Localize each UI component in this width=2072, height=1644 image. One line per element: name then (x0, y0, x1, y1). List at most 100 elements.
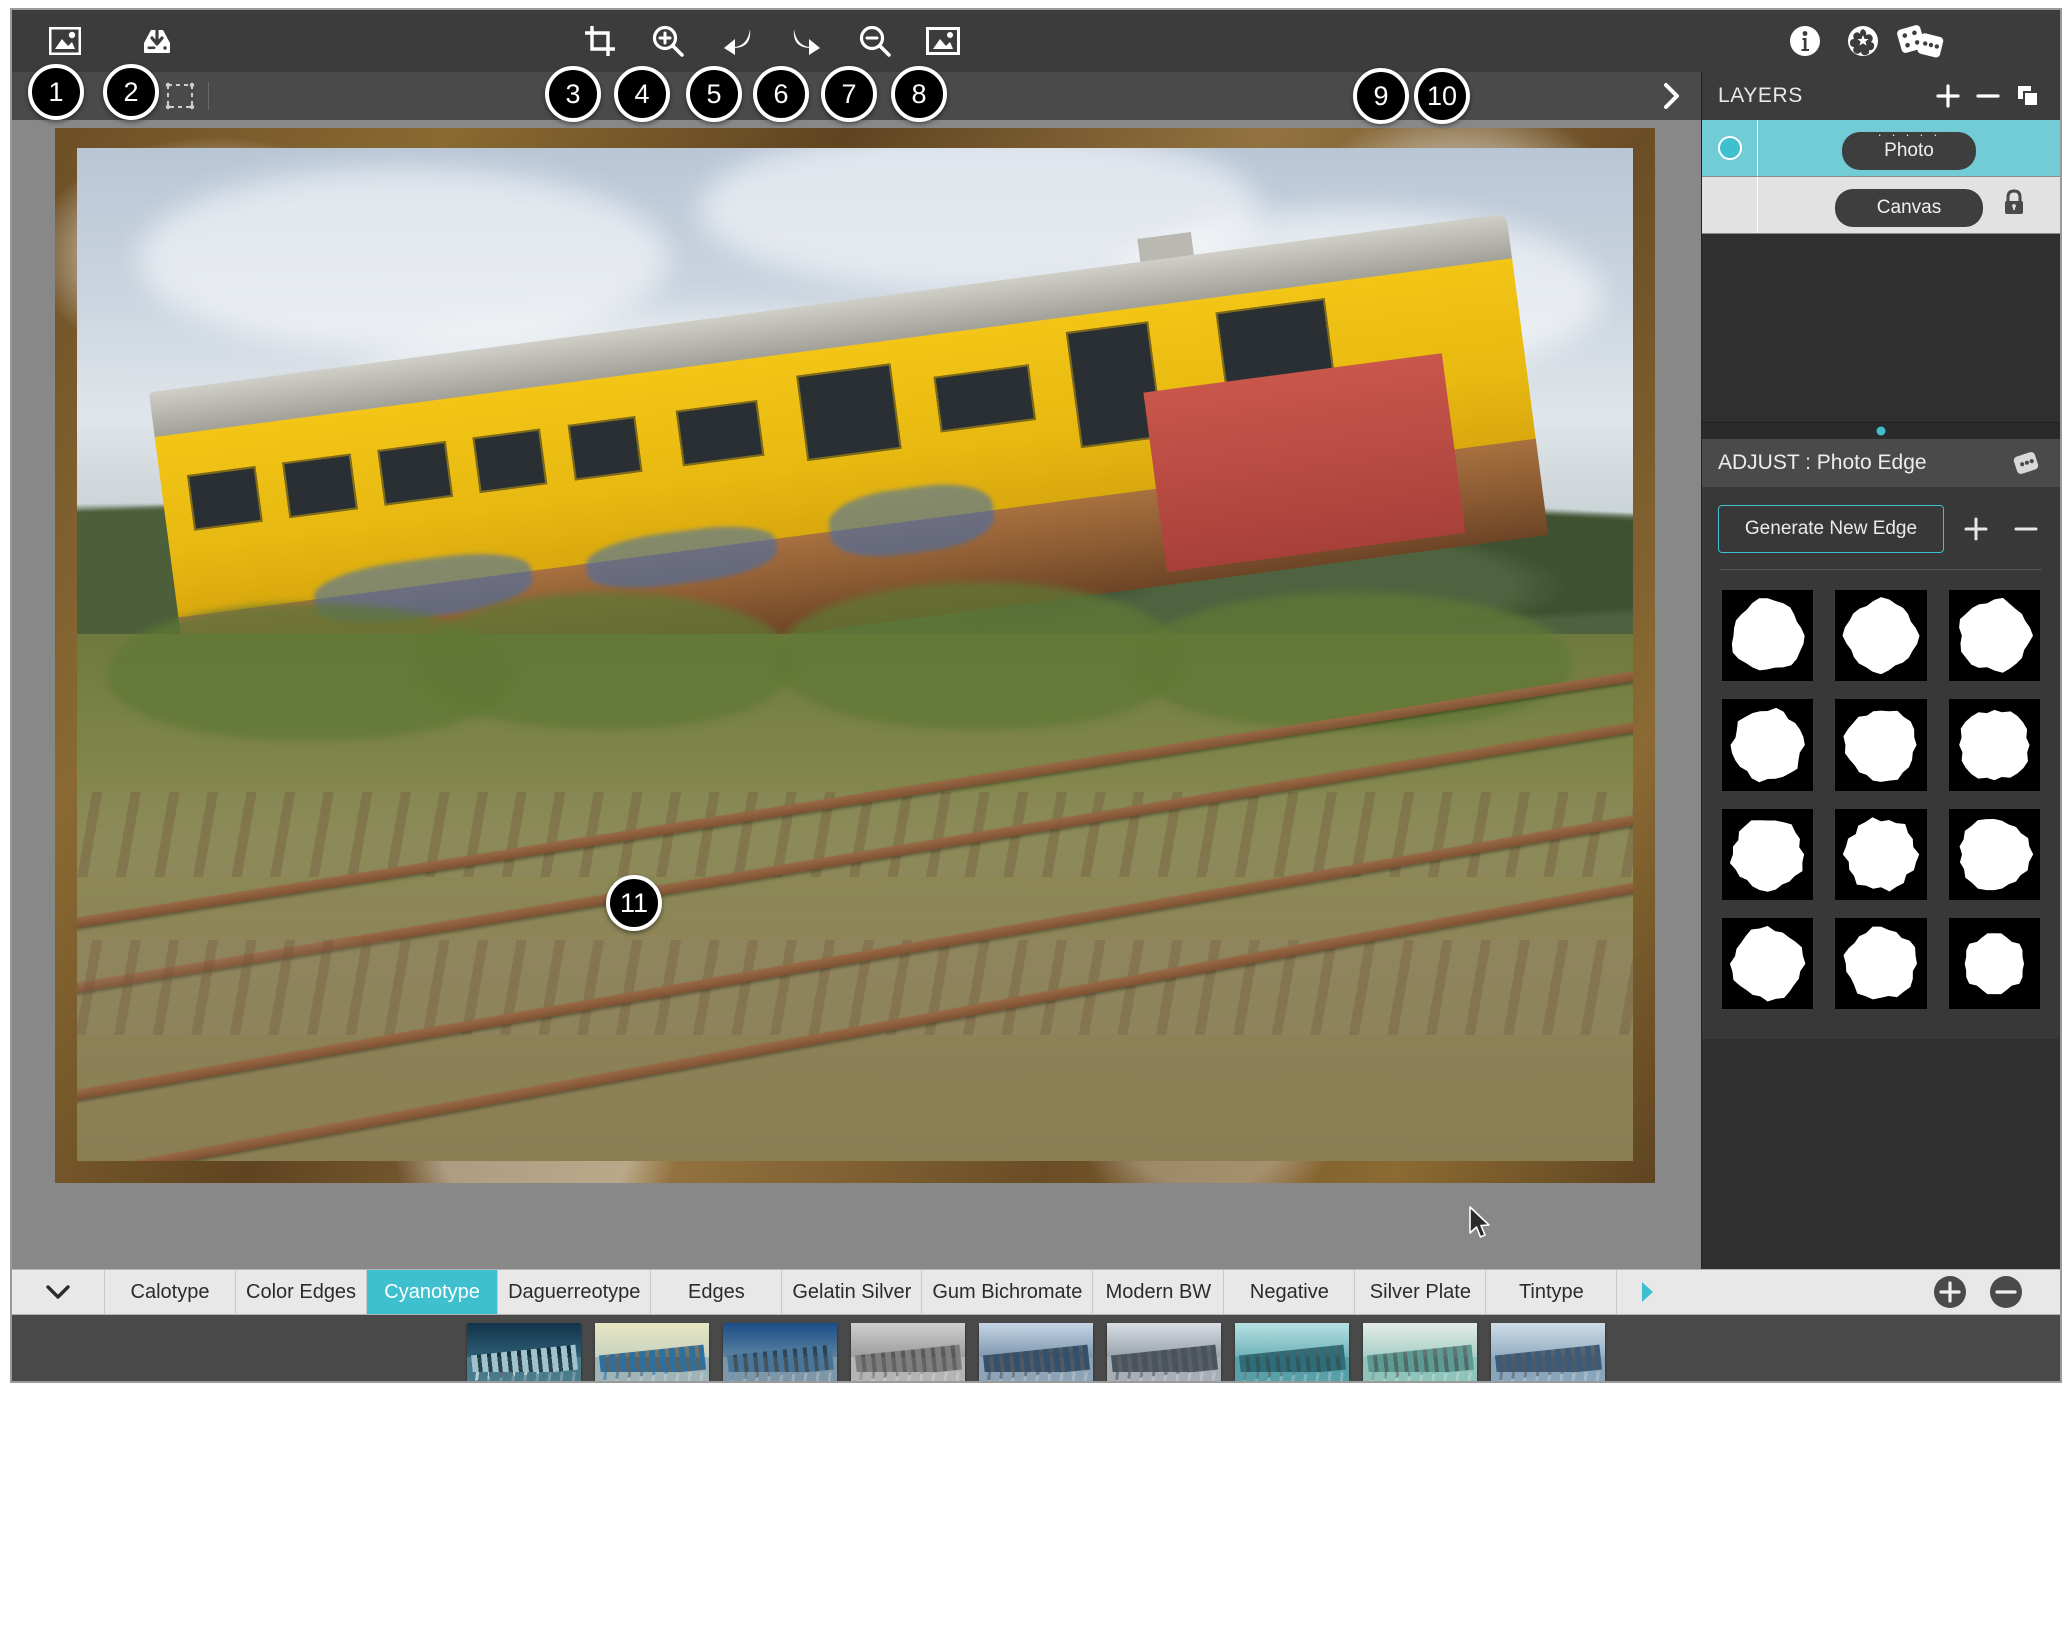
edge-thumbnail[interactable] (1722, 808, 1814, 901)
edge-thumbnail[interactable] (1722, 590, 1814, 682)
edge-thumbnail[interactable] (1835, 699, 1927, 791)
preset-thumbnail[interactable] (851, 1323, 965, 1381)
preset-thumb-ground (1107, 1371, 1221, 1381)
callout-marker-6: 6 (753, 66, 809, 122)
chevron-down-icon[interactable] (12, 1270, 105, 1314)
preset-thumbnail[interactable] (467, 1323, 581, 1381)
save-image-icon[interactable] (134, 18, 180, 64)
tab-gum-bichromate[interactable]: Gum Bichromate (922, 1270, 1094, 1314)
callout-marker-5: 5 (686, 66, 742, 122)
tab-negative[interactable]: Negative (1224, 1270, 1356, 1314)
remove-edge-button[interactable] (2008, 511, 2044, 547)
layer-row[interactable]: · · · · · Photo (1702, 120, 2060, 177)
info-icon[interactable] (1782, 18, 1828, 64)
tabs-container: Calotype Color Edges Cyanotype Daguerreotyp… (105, 1270, 1618, 1314)
randomize-icon[interactable] (1890, 18, 1952, 64)
callout-marker-11: 11 (606, 875, 662, 931)
layers-panel-header: LAYERS (1702, 72, 2060, 120)
tab-label: Calotype (130, 1280, 210, 1303)
callout-marker-7: 7 (821, 66, 877, 122)
preset-thumbnail[interactable] (1491, 1323, 1605, 1381)
layer-row[interactable]: · · · · · · · · Canvas (1702, 177, 2060, 234)
preset-item[interactable]: Scratched Cloth (1235, 1323, 1349, 1381)
edge-thumbnail[interactable] (1948, 918, 2041, 1010)
undo-icon[interactable] (715, 18, 761, 64)
tab-modern-bw[interactable]: Modern BW (1093, 1270, 1225, 1314)
callout-marker-1: 1 (28, 64, 84, 120)
tab-daguerreotype[interactable]: Daguerreotype (498, 1270, 652, 1314)
tab-label: Cyanotype (384, 1280, 480, 1303)
preset-thumbnail[interactable] (595, 1323, 709, 1381)
layer-main[interactable]: · · · · · Photo (1758, 120, 2060, 176)
edge-thumbnail[interactable] (1948, 699, 2041, 791)
panel-resize-dot[interactable] (1876, 426, 1886, 436)
preferences-icon[interactable] (1840, 18, 1886, 64)
randomize-icon[interactable] (2006, 443, 2046, 483)
preset-thumbnail[interactable] (1363, 1323, 1477, 1381)
preset-thumbnail[interactable] (723, 1323, 837, 1381)
preset-thumbnail[interactable] (979, 1323, 1093, 1381)
add-preset-button[interactable] (1922, 1270, 1978, 1314)
zoom-in-icon[interactable] (645, 18, 691, 64)
preset-item[interactable]: Inverted (851, 1323, 965, 1381)
edge-thumbnail-inner (1843, 926, 1917, 1000)
tab-silver-plate[interactable]: Silver Plate (1355, 1270, 1487, 1314)
tab-cyanotype[interactable]: Cyanotype (367, 1270, 499, 1314)
preset-item[interactable]: Textured Blue (1491, 1323, 1605, 1381)
more-tabs-arrow-icon[interactable] (1617, 1270, 1677, 1314)
preset-item[interactable]: Contrasted Blue (467, 1323, 581, 1381)
layer-visibility-cell[interactable] (1702, 177, 1758, 233)
add-layer-button[interactable] (1928, 76, 1968, 116)
remove-layer-button[interactable] (1968, 76, 2008, 116)
edge-thumbnail-inner (1729, 925, 1806, 1002)
preset-item[interactable]: Cyanotype 1 (595, 1323, 709, 1381)
preset-thumbnail[interactable] (1107, 1323, 1221, 1381)
callout-marker-4: 4 (614, 66, 670, 122)
layer-drag-handle[interactable]: · · · · · (1877, 127, 1940, 142)
edge-thumbnail[interactable] (1835, 808, 1927, 901)
fit-image-icon[interactable] (920, 18, 966, 64)
canvas-area[interactable] (12, 120, 1702, 1269)
preset-thumbnail[interactable] (1235, 1323, 1349, 1381)
remove-preset-button[interactable] (1978, 1270, 2034, 1314)
expand-options-chevron-right-icon[interactable] (1654, 79, 1688, 113)
edge-thumbnail[interactable] (1722, 918, 1814, 1010)
generate-row: Generate New Edge (1718, 505, 2044, 553)
photo-layer[interactable] (55, 128, 1655, 1183)
layer-visibility-toggle[interactable] (1717, 136, 1742, 160)
lock-icon[interactable] (2002, 189, 2026, 221)
crop-icon[interactable] (577, 18, 623, 64)
edge-thumbnail[interactable] (1835, 918, 1927, 1010)
zoom-out-icon[interactable] (852, 18, 898, 64)
redo-icon[interactable] (783, 18, 829, 64)
edge-thumbnail[interactable] (1835, 590, 1927, 682)
tab-label: Silver Plate (1369, 1280, 1471, 1303)
marquee-select-tool-icon[interactable] (160, 76, 200, 116)
open-image-icon[interactable] (42, 18, 88, 64)
generate-new-edge-button[interactable]: Generate New Edge (1718, 505, 1944, 553)
tab-edges[interactable]: Edges (651, 1270, 783, 1314)
edge-thumbnail[interactable] (1722, 699, 1814, 791)
layer-drag-handle[interactable]: · · · · · · · · (1857, 184, 1962, 199)
preset-item[interactable]: Double Edge (723, 1323, 837, 1381)
preset-item[interactable]: Scratch 2 (979, 1323, 1093, 1381)
edge-thumbnail[interactable] (1948, 808, 2041, 901)
add-edge-button[interactable] (1958, 511, 1994, 547)
tab-tintype[interactable]: Tintype (1486, 1270, 1618, 1314)
layers-empty-space (1702, 234, 2060, 422)
duplicate-layer-button[interactable] (2008, 76, 2048, 116)
tab-gelatin-silver[interactable]: Gelatin Silver (782, 1270, 923, 1314)
panel-resize-handle[interactable] (1702, 422, 2060, 439)
tab-spacer (1677, 1270, 1922, 1314)
preset-thumb-ground (723, 1371, 837, 1381)
tab-calotype[interactable]: Calotype (105, 1270, 236, 1314)
image-ground (77, 581, 1633, 1161)
edge-thumbnail[interactable] (1948, 590, 2041, 682)
layer-main[interactable]: · · · · · · · · Canvas (1758, 177, 2060, 233)
preset-item[interactable]: Scratch (1107, 1323, 1221, 1381)
preset-item[interactable]: Scratched Plate (1363, 1323, 1477, 1381)
layer-visibility-cell[interactable] (1702, 120, 1758, 176)
tab-color-edges[interactable]: Color Edges (236, 1270, 368, 1314)
edge-thumbnail-inner (1843, 710, 1917, 782)
tab-label: Gum Bichromate (932, 1280, 1083, 1303)
